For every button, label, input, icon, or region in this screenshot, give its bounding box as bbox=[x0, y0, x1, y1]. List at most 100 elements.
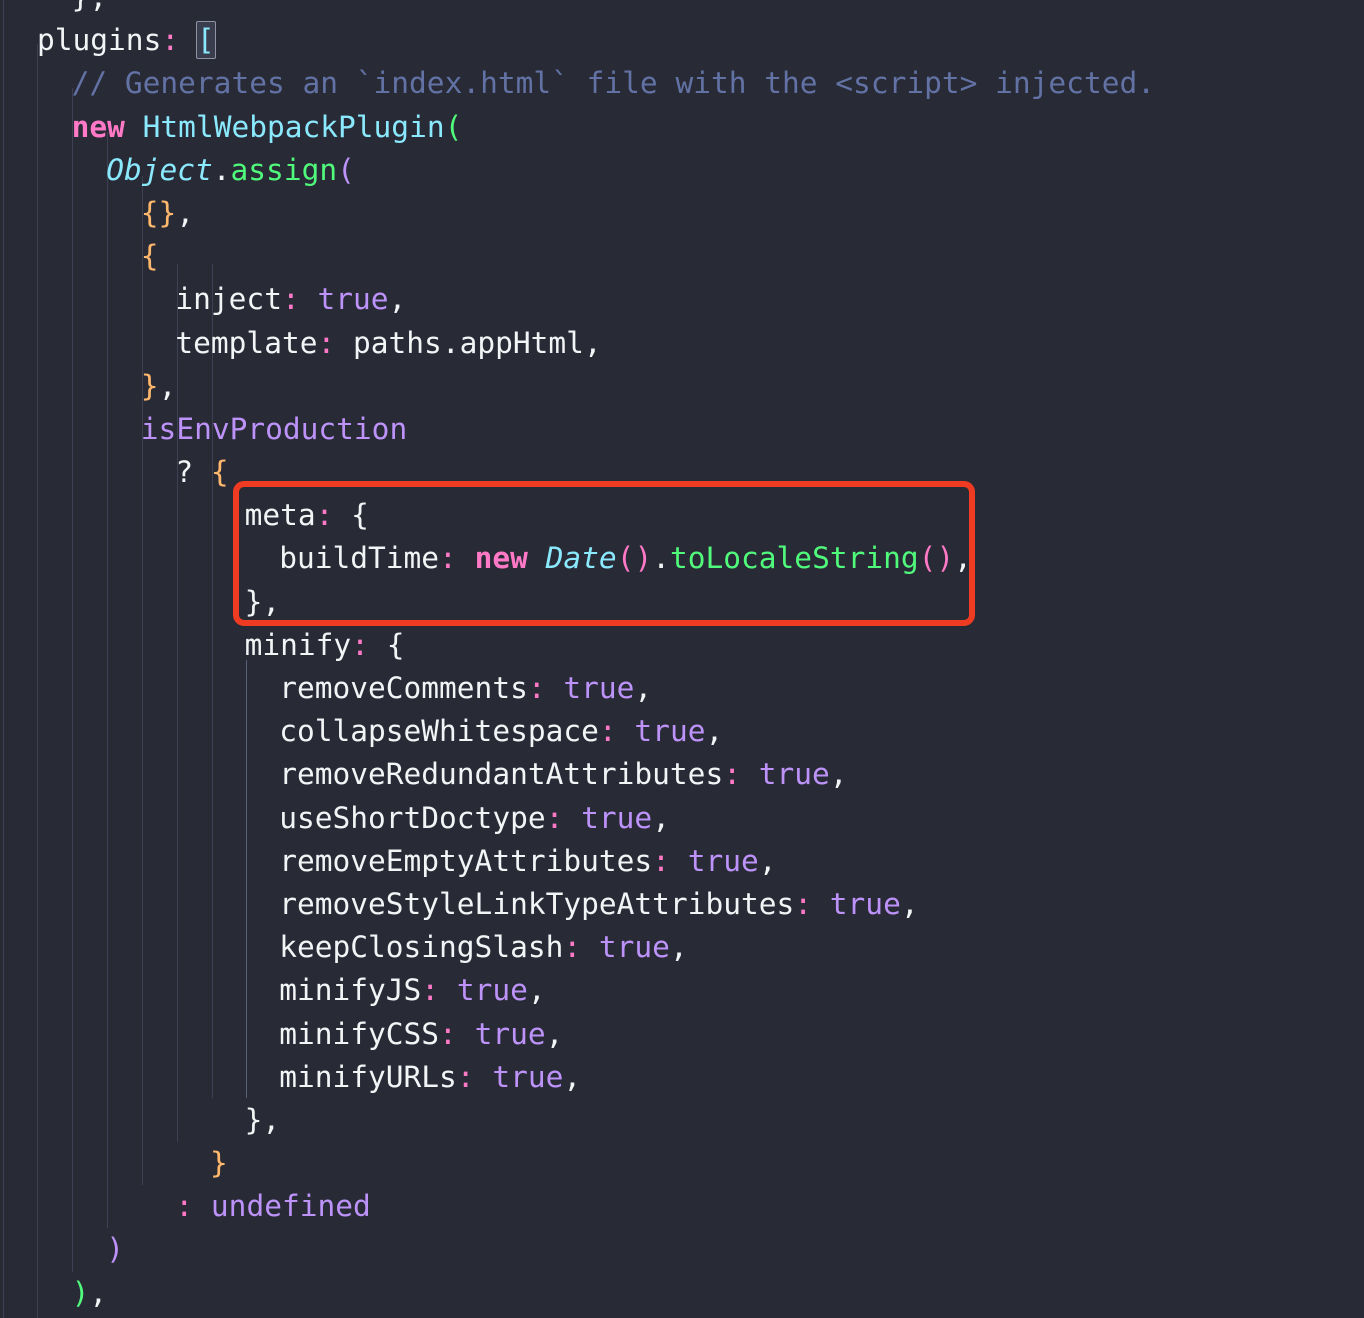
code-line[interactable]: removeRedundantAttributes: true, bbox=[0, 753, 1364, 796]
code-token-prop: removeStyleLinkTypeAttributes bbox=[279, 886, 795, 921]
code-line[interactable]: isEnvProduction bbox=[0, 408, 1364, 451]
code-line[interactable]: }, bbox=[0, 365, 1364, 408]
code-line[interactable]: new HtmlWebpackPlugin( bbox=[0, 106, 1364, 149]
code-editor-viewport[interactable]: }, plugins: [// Generates an `index.html`… bbox=[0, 0, 1364, 1318]
code-line[interactable]: removeEmptyAttributes: true, bbox=[0, 840, 1364, 883]
code-line[interactable]: {}, bbox=[0, 192, 1364, 235]
code-token-colon: : bbox=[652, 843, 670, 878]
code-token-prop: plugins bbox=[37, 23, 162, 58]
code-token-plain: , bbox=[705, 714, 724, 749]
code-token-const: true bbox=[687, 843, 759, 878]
code-token-const: true bbox=[829, 886, 901, 921]
code-line[interactable]: }, bbox=[0, 1099, 1364, 1142]
code-token-plain: , bbox=[669, 930, 688, 965]
code-token-classit: Date bbox=[545, 541, 617, 576]
code-line[interactable]: : undefined bbox=[0, 1185, 1364, 1228]
code-line[interactable]: buildTime: new Date().toLocaleString(), bbox=[0, 537, 1364, 580]
code-line[interactable]: plugins: [ bbox=[0, 19, 1364, 62]
code-token-prop: minifyURLs bbox=[279, 1059, 457, 1094]
code-line[interactable]: ), bbox=[0, 1272, 1364, 1315]
bracket-match-highlight: [ bbox=[195, 21, 216, 60]
code-line[interactable]: useShortDoctype: true, bbox=[0, 797, 1364, 840]
code-token-brace-o: { bbox=[140, 239, 159, 274]
code-line[interactable]: template: paths.appHtml, bbox=[0, 322, 1364, 365]
code-line[interactable]: } bbox=[0, 1142, 1364, 1185]
code-token-prop: buildTime bbox=[279, 541, 440, 576]
code-token-colon: : bbox=[439, 1016, 457, 1051]
code-token-plain: , bbox=[954, 541, 972, 576]
code-token-prop: minifyJS bbox=[279, 973, 422, 1008]
code-token-const: true bbox=[581, 800, 653, 835]
code-token-colon: : bbox=[421, 973, 440, 1008]
code-token-plain: ? bbox=[175, 455, 211, 490]
code-line[interactable]: meta: { bbox=[0, 494, 1364, 537]
code-token-prop: useShortDoctype bbox=[279, 800, 546, 835]
code-line[interactable]: { bbox=[0, 235, 1364, 278]
code-token-const: true bbox=[634, 714, 706, 749]
code-token-const: true bbox=[598, 930, 670, 965]
code-line[interactable]: removeComments: true, bbox=[0, 667, 1364, 710]
code-line[interactable]: collapseWhitespace: true, bbox=[0, 710, 1364, 753]
code-token-colon: : bbox=[439, 541, 457, 576]
code-line[interactable]: inject: true, bbox=[0, 278, 1364, 321]
code-token-plain: , bbox=[758, 843, 777, 878]
code-line[interactable]: minifyCSS: true, bbox=[0, 1013, 1364, 1056]
code-token-const: undefined bbox=[210, 1189, 371, 1224]
code-token-prop: removeComments bbox=[279, 671, 528, 705]
code-token-colon: : bbox=[545, 800, 564, 835]
code-content[interactable]: }, plugins: [// Generates an `index.html`… bbox=[0, 0, 1364, 1318]
code-line[interactable]: minify: { bbox=[0, 624, 1364, 667]
code-token-brace-w: { bbox=[351, 498, 369, 533]
code-token-brace-w: } bbox=[244, 584, 263, 619]
code-token-par-g: ) bbox=[71, 1275, 90, 1310]
code-token-const: true bbox=[563, 671, 635, 705]
code-token-plain: , bbox=[176, 195, 195, 230]
code-line[interactable]: ) bbox=[0, 1228, 1364, 1271]
code-token-brace-o: {} bbox=[140, 195, 177, 230]
code-token-var: isEnvProduction bbox=[140, 411, 408, 446]
code-line[interactable]: minifyJS: true, bbox=[0, 969, 1364, 1012]
code-token-brace-w: { bbox=[386, 627, 405, 662]
code-token-comment: // Generates an `index.html` file with t… bbox=[71, 66, 1155, 101]
code-token-plain: , bbox=[262, 584, 281, 619]
code-token-colon: : bbox=[315, 498, 334, 533]
code-token-fn: toLocaleString bbox=[669, 541, 919, 576]
code-token-brace-o: { bbox=[210, 455, 229, 490]
code-line[interactable]: // Generates an `index.html` file with t… bbox=[0, 62, 1364, 105]
code-line[interactable]: keepClosingSlash: true, bbox=[0, 926, 1364, 969]
code-token-plain: , bbox=[388, 282, 407, 317]
code-token-plain: paths.appHtml bbox=[353, 325, 584, 360]
code-line[interactable]: ? { bbox=[0, 451, 1364, 494]
code-line[interactable]: Object.assign( bbox=[0, 149, 1364, 192]
code-token-plain: , bbox=[829, 757, 848, 792]
code-line[interactable]: removeStyleLinkTypeAttributes: true, bbox=[0, 883, 1364, 926]
code-token-const: true bbox=[758, 757, 830, 792]
code-line[interactable]: minifyURLs: true, bbox=[0, 1056, 1364, 1099]
code-token-plain: , bbox=[634, 671, 653, 705]
code-token-colon: : bbox=[175, 1189, 194, 1224]
code-token-plain: , bbox=[527, 973, 546, 1008]
code-token-prop: removeRedundantAttributes bbox=[279, 757, 724, 792]
code-line[interactable]: }, bbox=[0, 0, 1364, 19]
code-token-plain: , bbox=[563, 1059, 582, 1094]
code-line[interactable]: }, bbox=[0, 581, 1364, 624]
code-token-prop: removeEmptyAttributes bbox=[279, 843, 653, 878]
code-token-plain: , bbox=[158, 368, 177, 403]
code-token-plain: . bbox=[652, 541, 670, 576]
code-token-plain: , bbox=[652, 800, 670, 835]
code-token-fn: assign bbox=[230, 152, 338, 187]
